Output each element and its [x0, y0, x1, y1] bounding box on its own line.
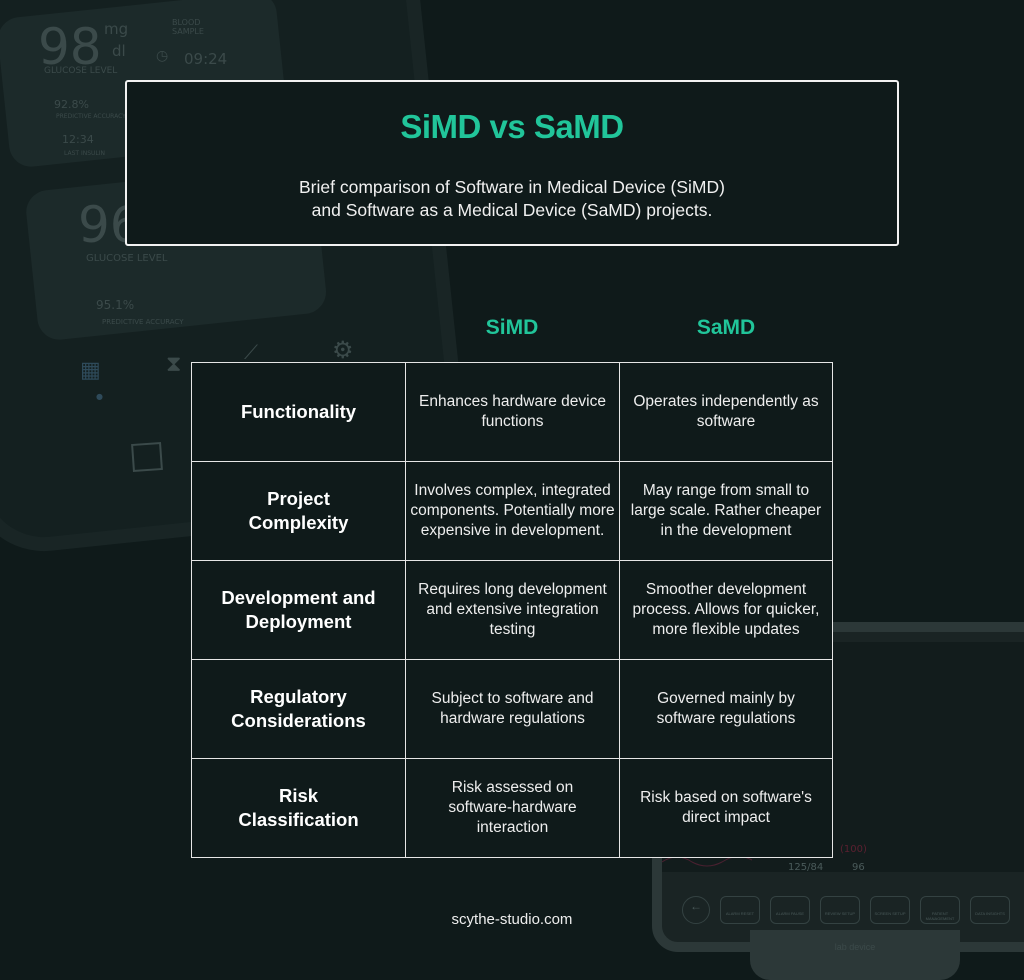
- bg-chart-icon: ⟋: [244, 340, 258, 364]
- row-header: Risk Classification: [191, 758, 406, 858]
- row-label-line: Functionality: [240, 401, 357, 422]
- bg-accuracy-label-2: PREDICTIVE ACCURACY: [102, 318, 184, 326]
- bg-glucose-label: GLUCOSE LEVEL: [44, 66, 118, 76]
- bg-insulin-time: 12:34: [62, 133, 94, 146]
- column-header-samd: SaMD: [696, 316, 756, 339]
- row-label-line: Regulatory: [250, 686, 347, 707]
- row-label-line: Deployment: [245, 611, 352, 632]
- header-box: SiMD vs SaMD Brief comparison of Softwar…: [125, 80, 899, 246]
- row-label-line: Development and: [221, 587, 376, 608]
- bg-insulin-label: LAST INSULIN: [64, 150, 106, 157]
- simd-cell: Requires long development and extensive …: [405, 560, 620, 660]
- page-subtitle: Brief comparison of Software in Medical …: [127, 176, 897, 222]
- bg-time: 09:24: [184, 50, 228, 68]
- simd-cell: Risk assessed on software-hardware inter…: [405, 758, 620, 858]
- bg-accuracy-label-1: PREDICTIVE ACCURACY: [56, 113, 126, 120]
- samd-cell: Operates independently as software: [619, 362, 833, 462]
- comparison-table: Functionality Enhances hardware device f…: [191, 362, 833, 858]
- samd-cell: Risk based on software's direct impact: [619, 758, 833, 858]
- samd-cell: May range from small to large scale. Rat…: [619, 461, 833, 561]
- bg-active-dot: ●: [96, 392, 103, 401]
- row-header: Regulatory Considerations: [191, 659, 406, 759]
- table-row: Functionality Enhances hardware device f…: [191, 362, 833, 462]
- bg-clock-icon: ◷: [156, 48, 169, 64]
- samd-cell: Governed mainly by software regulations: [619, 659, 833, 759]
- bg-glucose-unit-bottom: dl: [112, 42, 126, 60]
- subtitle-line-1: Brief comparison of Software in Medical …: [299, 177, 725, 197]
- row-label-line: Complexity: [248, 512, 349, 533]
- column-header-simd: SiMD: [485, 316, 539, 339]
- table-row: Project Complexity Involves complex, inte…: [191, 461, 833, 561]
- row-header: Development and Deployment: [191, 560, 406, 660]
- bg-sample-label: BLOOD SAMPLE: [172, 18, 204, 36]
- table-row: Regulatory Considerations Subject to soft…: [191, 659, 833, 759]
- bg-pulse: 96: [852, 862, 865, 873]
- bg-bp-extra: (100): [840, 844, 867, 855]
- bg-accuracy-1: 92.8%: [54, 98, 89, 111]
- bg-glucose-label-2: GLUCOSE LEVEL: [86, 253, 168, 264]
- bg-hourglass-icon: ⧗: [166, 352, 182, 377]
- bg-glucose-unit-top: mg: [104, 20, 129, 38]
- footer-website: scythe-studio.com: [451, 911, 573, 928]
- bg-monitor-stand: lab device: [750, 930, 960, 980]
- bg-calendar-icon: ▦: [80, 358, 101, 383]
- bg-stand-label: lab device: [834, 942, 876, 952]
- bg-bp-2: 125/84: [788, 862, 824, 873]
- table-row: Risk Classification Risk assessed on soft…: [191, 758, 833, 858]
- row-label-line: Considerations: [231, 710, 366, 731]
- simd-cell: Enhances hardware device functions: [405, 362, 620, 462]
- row-label-line: Classification: [238, 809, 359, 830]
- row-header: Functionality: [191, 362, 406, 462]
- bg-accuracy-2: 95.1%: [96, 298, 135, 312]
- page-title: SiMD vs SaMD: [400, 108, 624, 145]
- row-header: Project Complexity: [191, 461, 406, 561]
- row-label-line: Project: [267, 488, 330, 509]
- table-row: Development and Deployment Requires long …: [191, 560, 833, 660]
- simd-cell: Involves complex, integrated components.…: [405, 461, 620, 561]
- simd-cell: Subject to software and hardware regulat…: [405, 659, 620, 759]
- subtitle-line-2: and Software as a Medical Device (SaMD) …: [311, 200, 713, 220]
- row-label-line: Risk: [278, 785, 319, 806]
- bg-gear-icon: ⚙: [332, 336, 354, 364]
- samd-cell: Smoother development process. Allows for…: [619, 560, 833, 660]
- bg-home-button-icon: [131, 441, 163, 473]
